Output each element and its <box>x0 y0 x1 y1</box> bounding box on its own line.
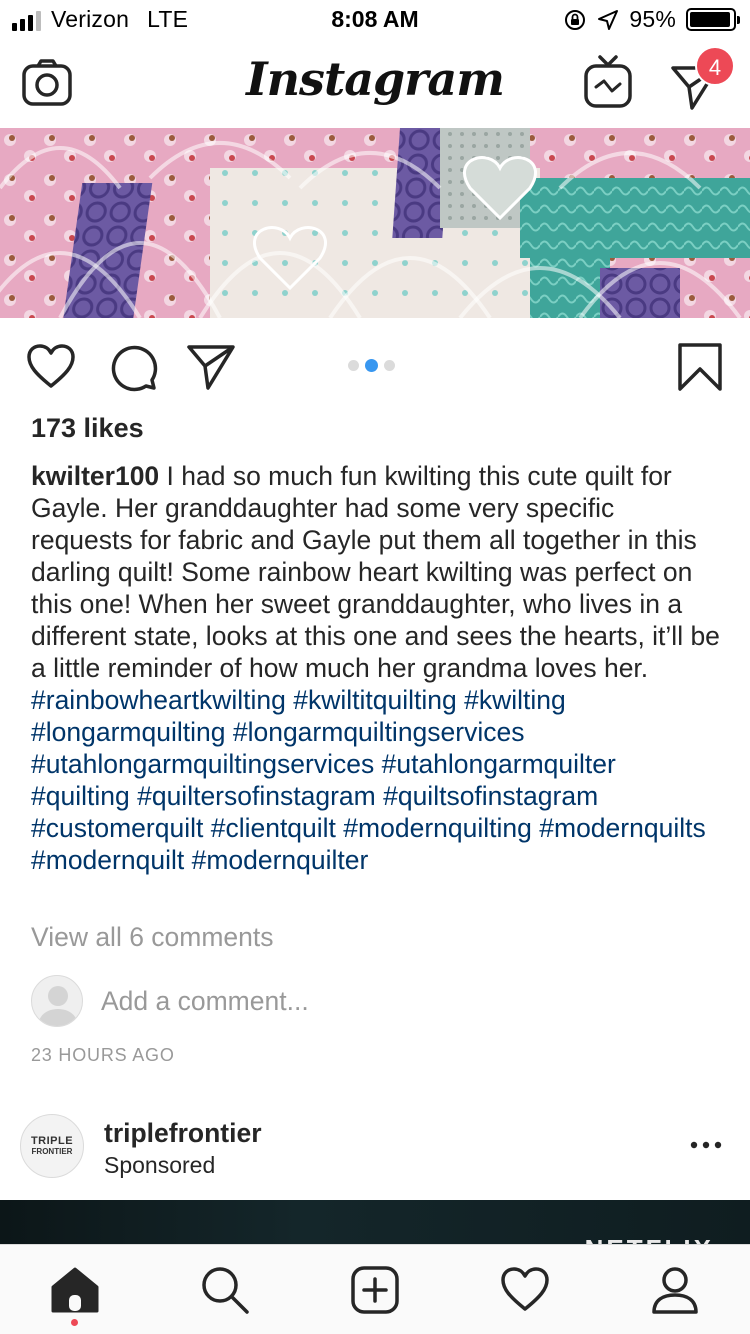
hashtag-link[interactable]: #modernquilter <box>192 845 369 875</box>
status-bar: Verizon LTE 8:08 AM 95% <box>0 0 750 40</box>
add-comment-input[interactable]: Add a comment... <box>101 986 309 1017</box>
location-arrow-icon <box>598 9 619 30</box>
hashtag-link[interactable]: #rainbowheartkwilting <box>31 685 286 715</box>
next-post-image[interactable]: NETFLIX <box>0 1200 750 1246</box>
hashtag-link[interactable]: #modernquilting <box>343 813 532 843</box>
orientation-lock-icon <box>565 9 586 30</box>
more-options-icon[interactable] <box>690 1130 722 1160</box>
instagram-logo[interactable]: Instagram <box>0 52 750 106</box>
post-action-bar <box>0 318 750 413</box>
caption-username[interactable]: kwilter100 <box>31 461 159 491</box>
home-icon[interactable] <box>50 1265 100 1315</box>
hashtag-link[interactable]: #clientquilt <box>211 813 336 843</box>
hashtag-link[interactable]: #modernquilts <box>539 813 705 843</box>
home-notification-dot <box>71 1319 78 1326</box>
hashtag-link[interactable]: #kwiltitquilting <box>293 685 457 715</box>
hashtag-link[interactable]: #longarmquiltingservices <box>233 717 525 747</box>
likes-count[interactable]: 173 likes <box>31 413 144 444</box>
carousel-dot <box>384 360 395 371</box>
next-post-avatar[interactable]: TRIPLE FRONTIER <box>20 1114 84 1178</box>
search-icon[interactable] <box>200 1265 250 1315</box>
bottom-tab-bar <box>0 1244 750 1334</box>
like-heart-icon[interactable] <box>26 342 76 392</box>
carousel-indicator <box>348 359 395 372</box>
next-post-header: TRIPLE FRONTIER triplefrontier Sponsored <box>0 1100 750 1200</box>
new-post-icon[interactable] <box>350 1265 400 1315</box>
hashtag-link[interactable]: #utahlongarmquilter <box>382 749 616 779</box>
sponsored-label: Sponsored <box>104 1152 216 1178</box>
direct-badge: 4 <box>695 46 735 86</box>
battery-percent: 95% <box>629 6 676 32</box>
avatar-logo-line1: TRIPLE <box>30 1135 74 1147</box>
post-image[interactable] <box>0 128 750 318</box>
avatar-logo-line2: FRONTIER <box>31 1147 73 1156</box>
carousel-dot <box>365 359 378 372</box>
view-all-comments-link[interactable]: View all 6 comments <box>31 922 274 953</box>
comment-bubble-icon[interactable] <box>108 342 158 392</box>
hashtag-link[interactable]: #quilting <box>31 781 130 811</box>
avatar <box>31 975 83 1027</box>
hashtag-link[interactable]: #customerquilt <box>31 813 203 843</box>
next-post-username[interactable]: triplefrontier <box>104 1118 262 1149</box>
hashtag-link[interactable]: #longarmquilting <box>31 717 225 747</box>
status-right: 95% <box>563 6 740 33</box>
post-caption: kwilter100 I had so much fun kwilting th… <box>31 460 721 876</box>
carousel-dot <box>348 360 359 371</box>
igtv-icon[interactable] <box>582 54 636 110</box>
hashtag-list: #rainbowheartkwilting #kwiltitquilting #… <box>31 685 706 875</box>
save-bookmark-icon[interactable] <box>676 342 726 392</box>
quilt-photo <box>0 128 750 318</box>
caption-text: I had so much fun kwilting this cute qui… <box>31 461 720 683</box>
hashtag-link[interactable]: #quiltsofinstagram <box>383 781 598 811</box>
post-timestamp: 23 HOURS AGO <box>31 1045 175 1065</box>
battery-icon <box>686 8 740 31</box>
hashtag-link[interactable]: #kwilting <box>464 685 566 715</box>
hashtag-link[interactable]: #modernquilt <box>31 845 184 875</box>
add-comment-row[interactable]: Add a comment... <box>31 974 309 1028</box>
activity-icon[interactable] <box>500 1265 550 1315</box>
hashtag-link[interactable]: #utahlongarmquiltingservices <box>31 749 374 779</box>
share-paper-plane-icon[interactable] <box>186 342 236 392</box>
default-avatar-icon <box>38 986 78 1026</box>
profile-icon[interactable] <box>650 1265 700 1315</box>
battery-fill <box>690 12 730 27</box>
top-nav: Instagram 4 <box>0 40 750 128</box>
hashtag-link[interactable]: #quiltersofinstagram <box>137 781 376 811</box>
